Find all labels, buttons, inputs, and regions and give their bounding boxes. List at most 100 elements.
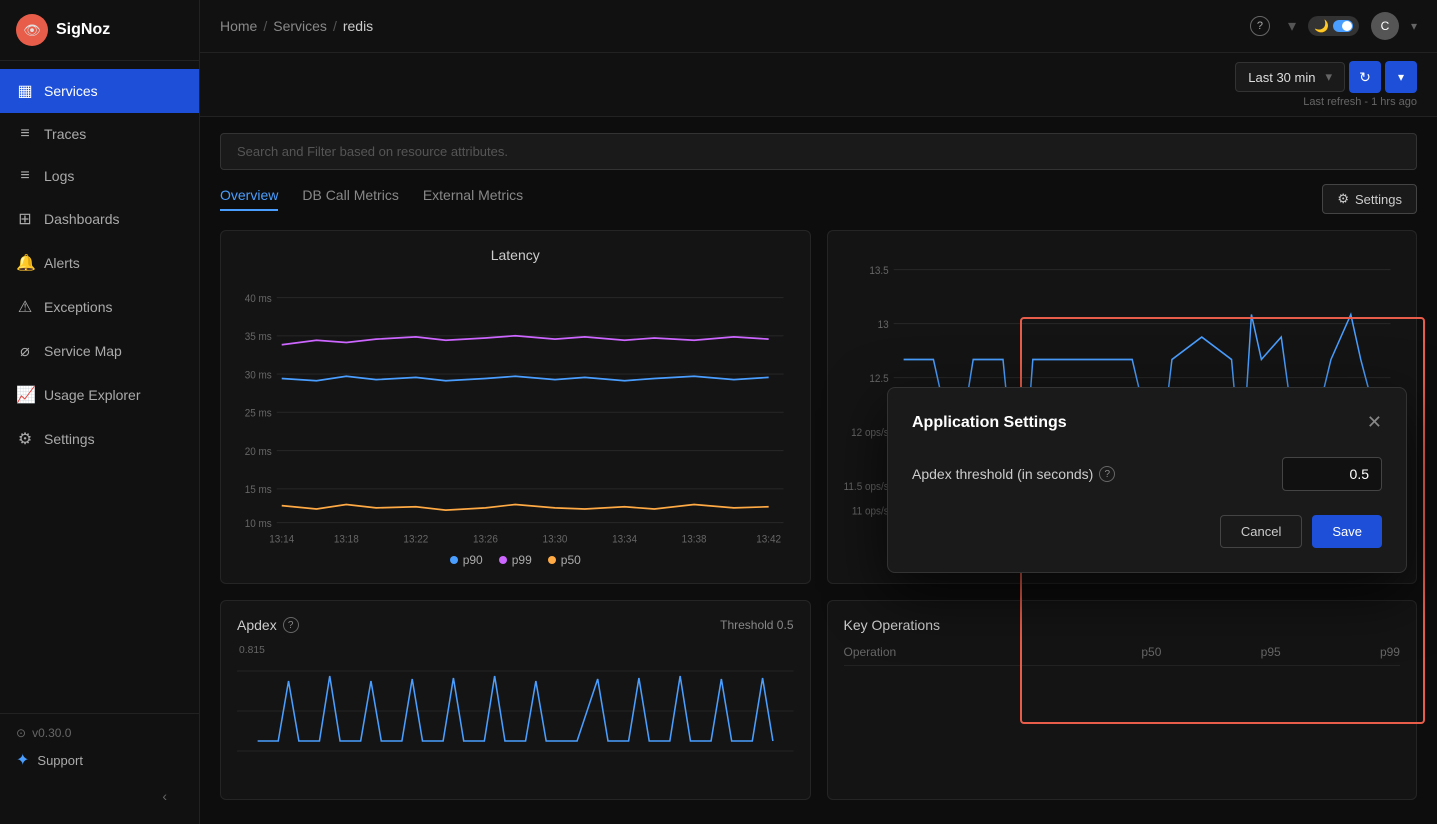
svg-text:12.5: 12.5 (869, 372, 888, 385)
avatar[interactable]: C (1371, 12, 1399, 40)
apdex-threshold-input[interactable] (1282, 457, 1382, 491)
time-selector-label: Last 30 min (1248, 70, 1315, 85)
settings-btn-label: Settings (1355, 192, 1402, 207)
refresh-icon: ↻ (1359, 69, 1371, 86)
sidebar-nav: ▦ Services ≡ Traces ≡ Logs ⊞ Dashboards … (0, 61, 199, 713)
help-button[interactable]: ? (1244, 10, 1276, 42)
sidebar-item-label: Exceptions (44, 299, 112, 315)
sidebar-item-label: Traces (44, 126, 86, 142)
sidebar-item-exceptions[interactable]: ⚠ Exceptions (0, 285, 199, 329)
sidebar-item-label: Logs (44, 168, 74, 184)
time-dropdown-button[interactable]: ▾ (1385, 61, 1417, 93)
sidebar-item-label: Services (44, 83, 98, 99)
breadcrumb-home[interactable]: Home (220, 18, 257, 34)
apdex-info-icon[interactable]: ? (283, 617, 299, 633)
sidebar-item-alerts[interactable]: 🔔 Alerts (0, 241, 199, 285)
legend-p99: p99 (499, 553, 532, 567)
search-placeholder: Search and Filter based on resource attr… (237, 144, 508, 159)
svg-text:11 ops/s: 11 ops/s (851, 505, 888, 517)
version-info: ⊙ v0.30.0 (16, 726, 183, 740)
latency-chart-title: Latency (237, 247, 794, 263)
col-p99: p99 (1301, 645, 1400, 659)
avatar-dropdown-icon[interactable]: ▾ (1411, 19, 1417, 33)
settings-button[interactable]: ⚙ Settings (1322, 184, 1417, 214)
svg-text:13:42: 13:42 (756, 533, 781, 545)
latency-svg: 40 ms 35 ms 30 ms 25 ms 20 ms 15 ms 10 m… (237, 275, 794, 545)
sidebar-item-service-map[interactable]: ⌀ Service Map (0, 329, 199, 373)
dropdown-chevron-icon: ▾ (1398, 70, 1404, 84)
svg-text:13:38: 13:38 (682, 533, 707, 545)
save-button[interactable]: Save (1312, 515, 1382, 548)
latency-chart: 40 ms 35 ms 30 ms 25 ms 20 ms 15 ms 10 m… (237, 275, 794, 545)
sidebar-item-label: Dashboards (44, 211, 120, 227)
legend-p50: p50 (548, 553, 581, 567)
svg-text:13.5: 13.5 (869, 264, 888, 277)
modal-actions: Cancel Save (912, 515, 1382, 548)
breadcrumb-sep1: / (263, 18, 267, 34)
app-logo[interactable]: 👁 SigNoz (0, 0, 199, 61)
breadcrumb: Home / Services / redis (220, 18, 373, 34)
usage-explorer-icon: 📈 (16, 385, 34, 405)
time-selector-chevron: ▾ (1325, 69, 1332, 85)
time-selector[interactable]: Last 30 min ▾ (1235, 62, 1345, 92)
modal-close-button[interactable]: ✕ (1367, 412, 1382, 433)
breadcrumb-sep2: / (333, 18, 337, 34)
refresh-button[interactable]: ↻ (1349, 61, 1381, 93)
sidebar-item-dashboards[interactable]: ⊞ Dashboards (0, 197, 199, 241)
content-area: Search and Filter based on resource attr… (200, 117, 1437, 824)
field-label-text: Apdex threshold (in seconds) (912, 466, 1093, 482)
theme-toggle[interactable]: 🌙 (1308, 16, 1359, 36)
field-label: Apdex threshold (in seconds) ? (912, 466, 1115, 482)
service-map-icon: ⌀ (16, 341, 34, 361)
breadcrumb-current: redis (343, 18, 373, 34)
svg-text:13:18: 13:18 (334, 533, 359, 545)
tab-external-metrics[interactable]: External Metrics (423, 187, 523, 211)
version-label: v0.30.0 (32, 726, 71, 740)
tab-db-call-metrics[interactable]: DB Call Metrics (302, 187, 398, 211)
svg-text:30 ms: 30 ms (245, 369, 272, 382)
sidebar-item-label: Service Map (44, 343, 122, 359)
logs-icon: ≡ (16, 167, 34, 185)
exceptions-icon: ⚠ (16, 297, 34, 317)
support-label: Support (37, 753, 83, 768)
svg-text:10 ms: 10 ms (245, 517, 272, 530)
svg-text:40 ms: 40 ms (245, 292, 272, 305)
legend-dot-p50 (548, 556, 556, 564)
sidebar-item-settings[interactable]: ⚙ Settings (0, 417, 199, 461)
dashboards-icon: ⊞ (16, 209, 34, 229)
main-content: Home / Services / redis ? ▾ 🌙 C ▾ (200, 0, 1437, 824)
field-info-icon[interactable]: ? (1099, 466, 1115, 482)
last-refresh-label: Last refresh - 1 hrs ago (1303, 96, 1417, 108)
svg-text:35 ms: 35 ms (245, 331, 272, 344)
svg-text:13: 13 (877, 318, 888, 331)
tabs: Overview DB Call Metrics External Metric… (220, 187, 523, 211)
cancel-button[interactable]: Cancel (1220, 515, 1302, 548)
sidebar-item-label: Alerts (44, 255, 80, 271)
sidebar: 👁 SigNoz ▦ Services ≡ Traces ≡ Logs ⊞ Da… (0, 0, 200, 824)
sidebar-item-services[interactable]: ▦ Services (0, 69, 199, 113)
sidebar-item-usage-explorer[interactable]: 📈 Usage Explorer (0, 373, 199, 417)
sidebar-item-logs[interactable]: ≡ Logs (0, 155, 199, 197)
key-ops-table-header: Operation p50 p95 p99 (844, 645, 1401, 666)
tab-overview[interactable]: Overview (220, 187, 278, 211)
svg-text:13:22: 13:22 (403, 533, 428, 545)
tabs-row: Overview DB Call Metrics External Metric… (220, 184, 1417, 214)
svg-text:0.815: 0.815 (239, 645, 265, 656)
col-p50: p50 (1062, 645, 1161, 659)
support-icon: ✦ (16, 750, 29, 770)
svg-text:13:14: 13:14 (269, 533, 294, 545)
collapse-button[interactable]: ‹ (16, 780, 183, 812)
svg-text:12 ops/s: 12 ops/s (851, 426, 889, 439)
svg-text:11.5 ops/s: 11.5 ops/s (844, 480, 889, 493)
apdex-chart-card: Apdex ? Threshold 0.5 0.815 (220, 600, 811, 800)
support-item[interactable]: ✦ Support (16, 750, 183, 770)
legend-p90: p90 (450, 553, 483, 567)
apdex-title: Apdex ? (237, 617, 299, 633)
sidebar-bottom: ⊙ v0.30.0 ✦ Support ‹ (0, 713, 199, 824)
svg-text:13:26: 13:26 (473, 533, 498, 545)
col-operation: Operation (844, 645, 1043, 659)
sidebar-item-traces[interactable]: ≡ Traces (0, 113, 199, 155)
settings-nav-icon: ⚙ (16, 429, 34, 449)
breadcrumb-services[interactable]: Services (273, 18, 327, 34)
services-icon: ▦ (16, 81, 34, 101)
